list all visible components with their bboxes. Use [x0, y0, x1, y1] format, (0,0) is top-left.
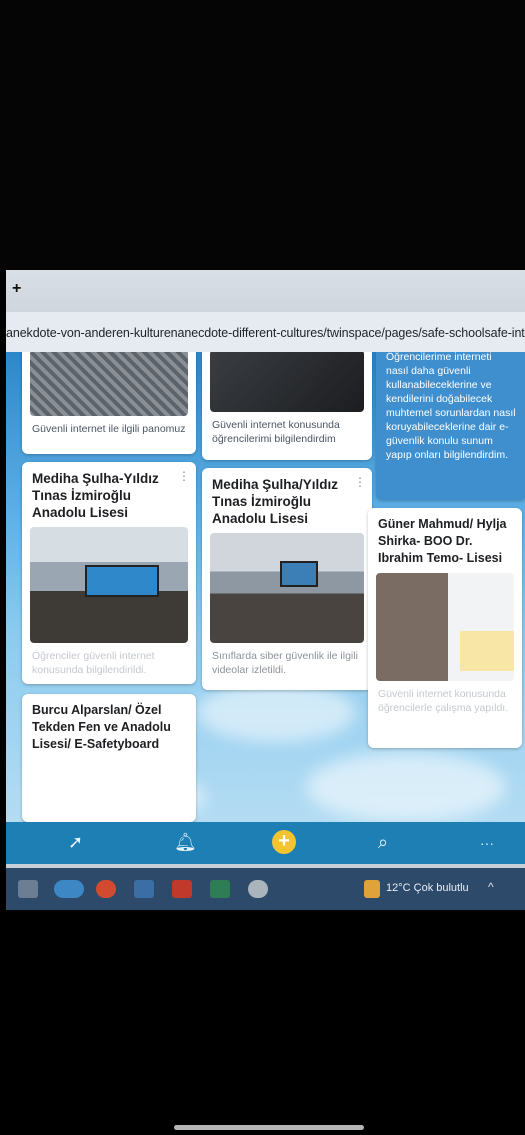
slide-thumbnail [460, 631, 514, 671]
search-icon[interactable]: ⌕ [378, 832, 388, 853]
browser-tab-strip: + [6, 270, 525, 312]
taskbar-app-icon[interactable] [54, 880, 84, 898]
post-photo [30, 527, 188, 643]
post-card[interactable]: Güvenli internet ile ilgili panomuz [22, 352, 196, 454]
taskbar-search-icon[interactable] [18, 880, 38, 898]
post-caption: Güvenli internet ile ilgili panomuz [32, 423, 186, 435]
phone-top-area [0, 0, 525, 270]
post-card[interactable]: Güvenli internet konusunda öğrencilerimi… [202, 352, 372, 460]
new-tab-button[interactable]: + [12, 280, 21, 298]
taskbar-excel-icon[interactable] [210, 880, 230, 898]
post-card[interactable]: ⋮ Mediha Şulha-Yıldız Tınas İzmiroğlu An… [22, 462, 196, 684]
phone-bottom-area [0, 910, 525, 1135]
chevron-up-icon[interactable]: ^ [488, 880, 502, 898]
post-title: Burcu Alparslan/ Özel Tekden Fen ve Anad… [32, 703, 171, 751]
home-indicator[interactable] [174, 1125, 364, 1130]
share-icon[interactable]: ➚ [68, 832, 83, 853]
post-card[interactable]: Burcu Alparslan/ Özel Tekden Fen ve Anad… [22, 694, 196, 822]
more-options-icon[interactable]: ⋮ [354, 476, 366, 488]
classroom-screen [85, 565, 159, 597]
post-photo [376, 573, 514, 681]
taskbar-app-icon[interactable] [248, 880, 268, 898]
background-cloud [306, 752, 506, 822]
post-caption: Güvenli internet konusunda öğrencilerle … [378, 688, 509, 714]
classroom-screen [280, 561, 318, 587]
taskbar-office-icon[interactable] [172, 880, 192, 898]
padlet-board: Güvenli internet ile ilgili panomuz ⋮ Me… [6, 352, 525, 822]
url-text[interactable]: anekdote-von-anderen-kulturenanecdote-di… [6, 326, 525, 340]
post-title: Mediha Şulha-Yıldız Tınas İzmiroğlu Anad… [32, 471, 159, 520]
address-bar[interactable]: anekdote-von-anderen-kulturenanecdote-di… [6, 312, 525, 353]
post-text: Öğrencilerime interneti nasıl daha güven… [386, 352, 516, 461]
taskbar-browser-icon[interactable] [96, 880, 116, 898]
more-options-icon[interactable]: ⋮ [178, 470, 190, 482]
post-photo [30, 352, 188, 416]
post-caption: Öğrenciler güvenli internet konusunda bi… [32, 650, 155, 676]
post-photo [210, 352, 364, 412]
taskbar-folder-icon[interactable] [134, 880, 154, 898]
add-post-button[interactable]: + [272, 830, 296, 854]
background-cloud [196, 682, 356, 742]
post-title: Mediha Şulha/Yıldız Tınas İzmiroğlu Anad… [212, 477, 339, 526]
monitor-screen: + anekdote-von-anderen-kulturenanecdote-… [6, 270, 525, 910]
windows-taskbar: 12°C Çok bulutlu ^ [6, 868, 525, 910]
post-caption: Sınıflarda siber güvenlik ile ilgili vid… [212, 650, 358, 676]
post-caption: Güvenli internet konusunda öğrencilerimi… [212, 419, 340, 445]
more-icon[interactable]: ··· [480, 835, 494, 851]
bell-icon[interactable]: 🔔︎ [174, 832, 197, 853]
post-title: Güner Mahmud/ Hylja Shirka- BOO Dr. Ibra… [378, 517, 507, 565]
post-photo [210, 533, 364, 643]
weather-text[interactable]: 12°C Çok bulutlu [386, 882, 469, 894]
post-card[interactable]: ⋮ Mediha Şulha/Yıldız Tınas İzmiroğlu An… [202, 468, 372, 690]
post-card[interactable]: Güner Mahmud/ Hylja Shirka- BOO Dr. Ibra… [368, 508, 522, 748]
weather-icon [364, 880, 380, 898]
padlet-toolbar: ➚ 🔔︎ + ⌕ ··· [6, 822, 525, 864]
post-card[interactable]: Öğrencilerime interneti nasıl daha güven… [376, 352, 525, 500]
